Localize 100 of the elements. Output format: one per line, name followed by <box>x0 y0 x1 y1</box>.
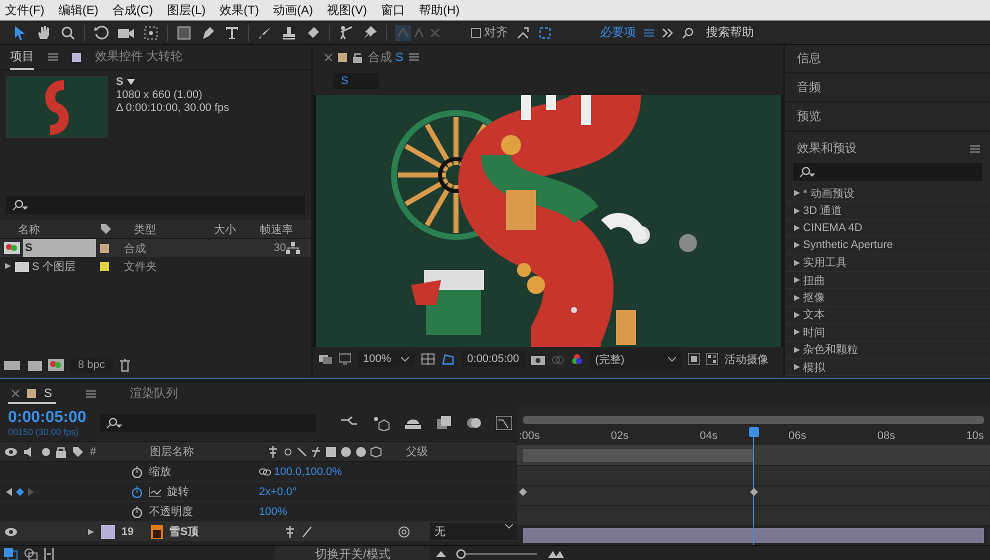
effects-search-field[interactable] <box>793 163 982 181</box>
project-search-field[interactable] <box>6 196 305 214</box>
menu-item[interactable]: 动画(A) <box>273 2 313 18</box>
trash-icon[interactable] <box>118 358 131 372</box>
stamp-tool-icon[interactable] <box>281 24 297 40</box>
flowchart-icon[interactable] <box>286 242 300 254</box>
graph-editor-icon[interactable] <box>496 416 512 430</box>
safe-zones-icon[interactable] <box>421 353 436 365</box>
frame-icon[interactable] <box>538 26 552 40</box>
label-icon[interactable] <box>100 223 112 235</box>
monitor-icon[interactable] <box>339 353 351 365</box>
effect-category[interactable]: CINEMA 4D <box>785 220 990 238</box>
rectangle-tool-icon[interactable] <box>176 24 192 40</box>
layer-name[interactable]: 雪S顶 <box>169 524 280 539</box>
effect-category[interactable]: 时间 <box>785 324 990 342</box>
menu-item[interactable]: 合成(C) <box>112 2 153 18</box>
rotate-tool-icon[interactable] <box>93 24 109 40</box>
layer-label-color[interactable] <box>100 524 116 538</box>
panel-tab[interactable]: 效果控件 大转轮 <box>95 44 182 70</box>
current-time-field[interactable]: 0:00:05:00 <box>461 351 526 367</box>
resolution-dropdown[interactable]: (完整) <box>589 350 682 368</box>
in-out-toggle-icon[interactable] <box>44 548 54 560</box>
stopwatch-icon[interactable] <box>131 506 143 518</box>
quality-switch-icon[interactable] <box>301 526 314 538</box>
effect-category[interactable]: 模拟 <box>785 358 990 376</box>
menu-item[interactable]: 视图(V) <box>327 2 367 18</box>
effect-category[interactable]: * 动画预设 <box>785 185 990 202</box>
expand-icon[interactable] <box>4 262 12 270</box>
zoom-icon[interactable] <box>60 24 76 40</box>
column-header[interactable]: 大小 <box>200 222 246 236</box>
column-header[interactable]: 帧速率 <box>246 222 298 236</box>
channel-icon[interactable] <box>571 353 584 365</box>
zoom-in-icon[interactable] <box>548 550 564 558</box>
expand-icon[interactable] <box>86 528 95 536</box>
keyframe-marker[interactable] <box>519 488 527 496</box>
composition-tab[interactable]: 合成 S <box>368 48 404 66</box>
snap-checkbox[interactable] <box>471 28 481 38</box>
snap-option-icon[interactable] <box>516 26 530 40</box>
effect-category[interactable]: 抠像 <box>785 289 990 307</box>
timeline-tab[interactable]: 渲染队列 <box>126 382 182 406</box>
property-value[interactable]: 100% <box>259 506 288 518</box>
graph-icon[interactable] <box>149 486 161 496</box>
slider-thumb[interactable] <box>456 549 466 559</box>
bit-depth-button[interactable]: 8 bpc <box>70 357 113 373</box>
frame-blending-icon[interactable] <box>436 416 452 430</box>
pin-tool-icon[interactable] <box>362 24 378 40</box>
panel-menu-icon[interactable] <box>409 53 420 61</box>
camera-dropdown[interactable]: 活动摄像 <box>724 352 768 366</box>
workspace-button[interactable]: 必要项 <box>600 24 636 41</box>
dropdown-icon[interactable] <box>127 79 136 85</box>
menu-item[interactable]: 图层(L) <box>167 2 206 18</box>
lock-icon[interactable] <box>353 52 362 62</box>
menu-item[interactable]: 帮助(H) <box>419 2 460 18</box>
transparency-grid-icon[interactable] <box>706 353 718 365</box>
composition-breadcrumb[interactable]: S <box>333 73 379 89</box>
hand-tool-icon[interactable] <box>36 24 52 40</box>
effect-category[interactable]: Synthetic Aperture <box>785 237 990 255</box>
column-header[interactable]: 图层名称 <box>150 444 262 459</box>
collapsed-panel[interactable]: 音频 <box>785 74 990 101</box>
panel-menu-icon[interactable] <box>86 390 96 398</box>
previous-keyframe-icon[interactable] <box>6 488 12 496</box>
modes-toggle-icon[interactable] <box>24 548 38 560</box>
current-time[interactable]: 0:00:05:00 <box>8 409 86 427</box>
motion-blur-icon[interactable] <box>466 416 482 430</box>
always-preview-icon[interactable] <box>319 353 333 365</box>
pick-whip-icon[interactable] <box>398 526 410 538</box>
visibility-icon[interactable] <box>4 526 18 536</box>
close-icon[interactable] <box>325 54 332 60</box>
timeline-search-field[interactable] <box>100 414 316 432</box>
column-header[interactable]: 名称 <box>4 222 100 236</box>
pen-tool-icon[interactable] <box>200 24 216 40</box>
workspace-menu-icon[interactable] <box>644 28 654 36</box>
new-folder-icon[interactable] <box>28 360 42 370</box>
effect-category[interactable]: 实用工具 <box>785 254 990 272</box>
column-header[interactable]: 类型 <box>120 222 200 236</box>
stopwatch-icon[interactable] <box>131 466 143 478</box>
parent-dropdown[interactable]: 无 <box>430 523 517 540</box>
property-value[interactable]: 2x+0.0° <box>259 486 297 498</box>
panel-menu-icon[interactable] <box>970 144 980 152</box>
collapsed-panel[interactable]: 信息 <box>785 45 990 72</box>
effect-category[interactable]: 扭曲 <box>785 272 990 290</box>
zoom-out-icon[interactable] <box>436 551 446 557</box>
layer-switches-toggle-icon[interactable] <box>4 548 18 560</box>
keyframe-marker[interactable] <box>750 488 758 496</box>
effect-category[interactable]: 文本 <box>785 306 990 324</box>
effect-category[interactable]: 3D 通道 <box>785 202 990 220</box>
stopwatch-active-icon[interactable] <box>131 486 143 498</box>
draft-3d-icon[interactable] <box>372 415 390 431</box>
project-item[interactable]: S 个图层 文件夹 <box>0 257 311 275</box>
effect-category[interactable]: 杂色和颗粒 <box>785 342 990 359</box>
property-value[interactable]: 100.0,100.0% <box>274 466 342 478</box>
panel-menu-icon[interactable] <box>48 53 58 61</box>
mask-visibility-icon[interactable] <box>441 353 456 365</box>
timeline-tab[interactable]: S <box>8 384 56 404</box>
search-help-field[interactable]: 搜索帮助 <box>706 24 754 41</box>
project-item[interactable]: S 合成 30 <box>0 239 311 257</box>
toggle-switches-modes-button[interactable]: 切换开关/模式 <box>275 546 430 560</box>
collapsed-panel[interactable]: 预览 <box>785 103 990 130</box>
menu-item[interactable]: 效果(T) <box>220 2 259 18</box>
zoom-dropdown[interactable]: 100% <box>357 351 416 367</box>
